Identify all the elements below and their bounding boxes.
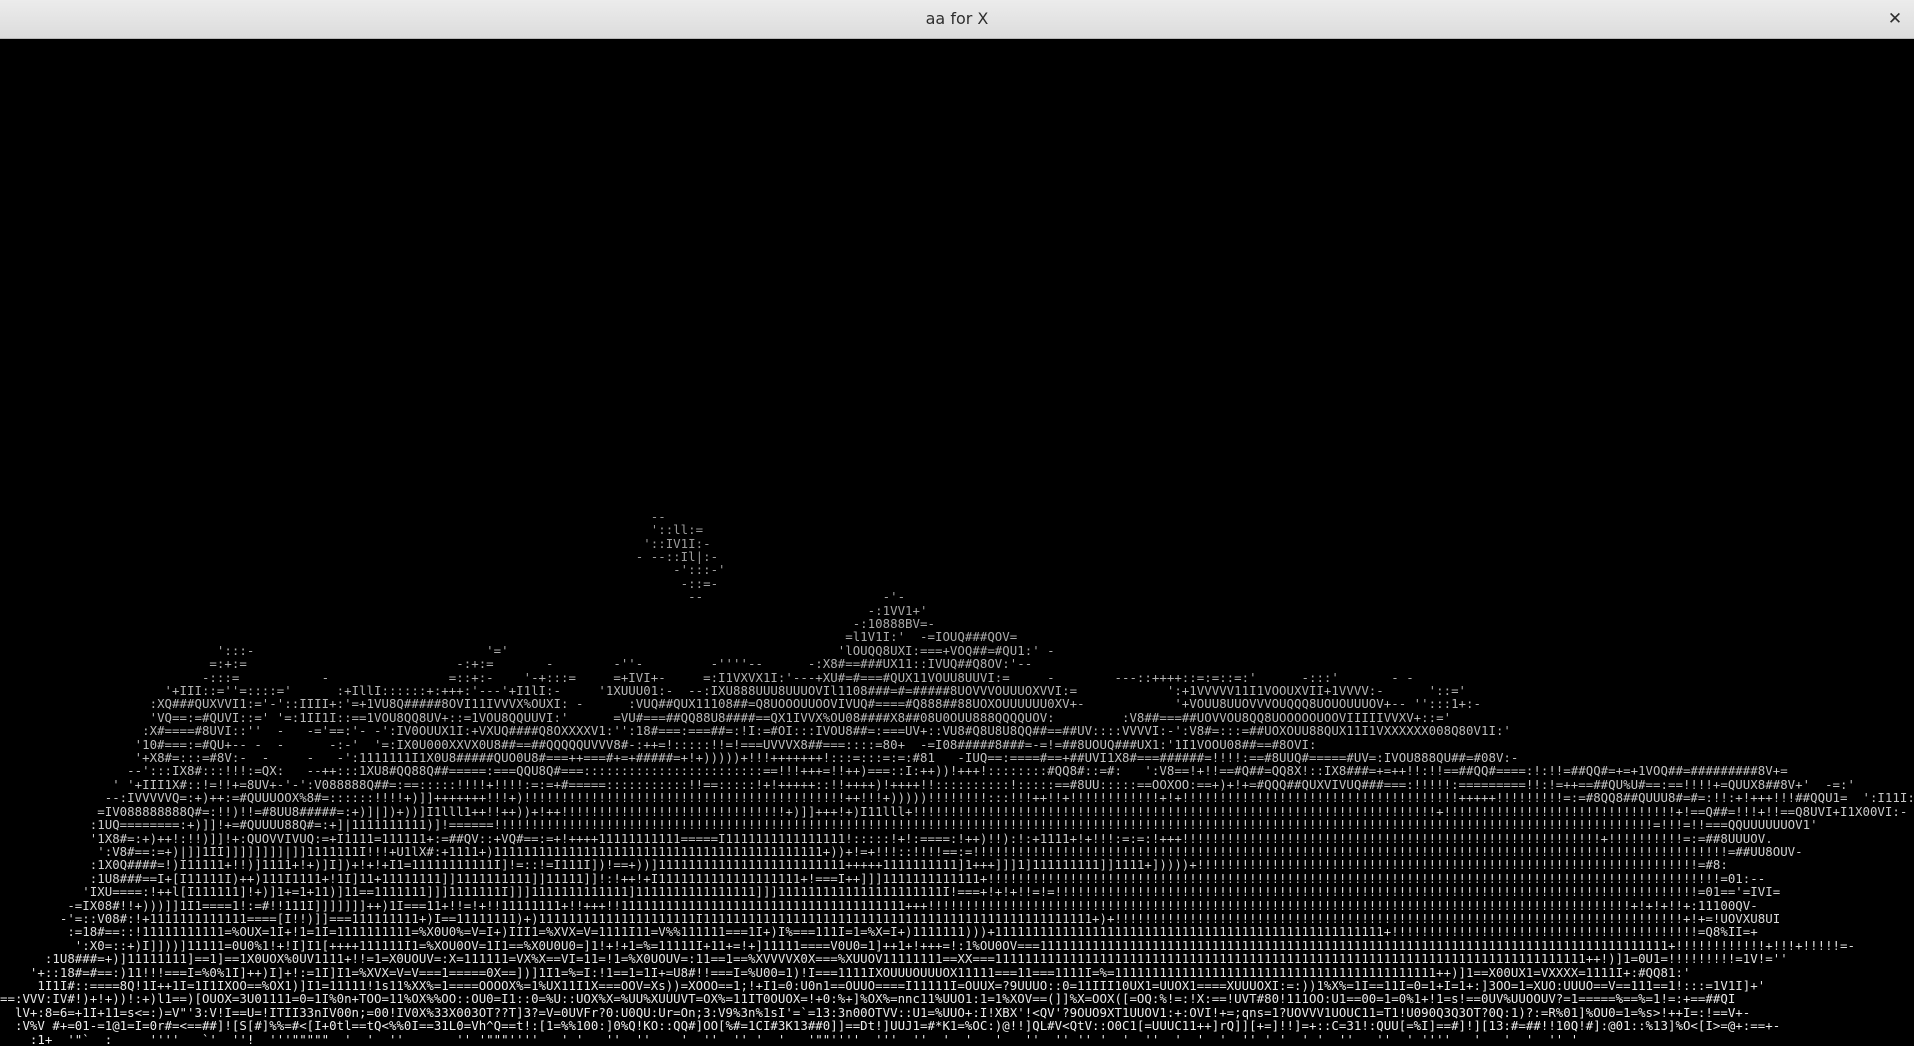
title-bar[interactable]: aa for X ✕ [0,0,1914,39]
ascii-art-canvas: -- '::ll:= '::IV1I:- - --::Il|:- -':::-'… [0,39,1914,1046]
window-title: aa for X [925,9,989,28]
ascii-line: :1+ '"` : '''' `' ''! '''""""" ' ' '' ''… [0,1031,1594,1046]
close-icon[interactable]: ✕ [1884,8,1906,30]
ascii-art-text: -- '::ll:= '::IV1I:- - --::Il|:- -':::-'… [0,496,1914,1046]
app-window: aa for X ✕ -- '::ll:= '::IV1I:- - --::Il… [0,0,1914,1046]
